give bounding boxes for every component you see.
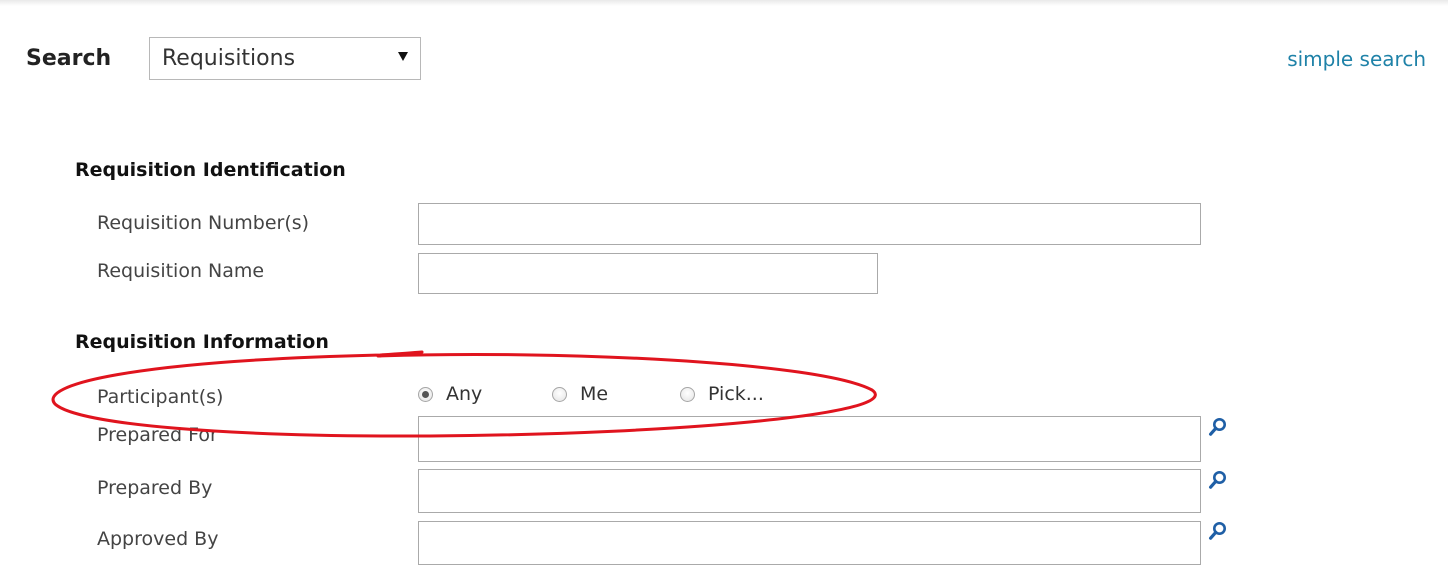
magnifier-search-icon[interactable] xyxy=(1208,521,1228,541)
radio-button-checked[interactable] xyxy=(418,387,433,402)
requisition-numbers-input[interactable] xyxy=(418,203,1201,245)
prepared-by-label: Prepared By xyxy=(97,477,213,499)
search-type-select[interactable]: Requisitions xyxy=(149,37,421,80)
magnifier-search-icon[interactable] xyxy=(1208,417,1228,437)
participant-option-label: Pick... xyxy=(708,383,764,405)
approved-by-input[interactable] xyxy=(418,521,1201,565)
participant-option-any[interactable]: Any xyxy=(418,380,518,410)
requisition-numbers-label: Requisition Number(s) xyxy=(97,212,310,234)
requisition-name-label: Requisition Name xyxy=(97,260,265,282)
radio-button-unchecked[interactable] xyxy=(552,387,567,402)
requisition-name-input[interactable] xyxy=(418,253,878,294)
participant-option-label: Me xyxy=(580,383,609,405)
search-label: Search xyxy=(26,46,112,71)
participants-label: Participant(s) xyxy=(97,386,224,408)
prepared-for-label: Prepared For xyxy=(97,424,218,446)
magnifier-search-icon[interactable] xyxy=(1208,470,1228,490)
prepared-for-input[interactable] xyxy=(418,416,1201,462)
section-heading-information: Requisition Information xyxy=(75,331,329,353)
participant-option-pick[interactable]: Pick... xyxy=(680,380,800,410)
simple-search-link[interactable]: simple search xyxy=(1287,45,1426,73)
participant-option-me[interactable]: Me xyxy=(552,380,652,410)
top-divider xyxy=(0,0,1448,6)
section-heading-identification: Requisition Identification xyxy=(75,159,346,181)
approved-by-label: Approved By xyxy=(97,528,219,550)
participant-option-label: Any xyxy=(446,383,483,405)
chevron-down-icon xyxy=(398,52,408,61)
search-type-selected-value: Requisitions xyxy=(162,46,296,71)
prepared-by-input[interactable] xyxy=(418,469,1201,513)
radio-button-unchecked[interactable] xyxy=(680,387,695,402)
